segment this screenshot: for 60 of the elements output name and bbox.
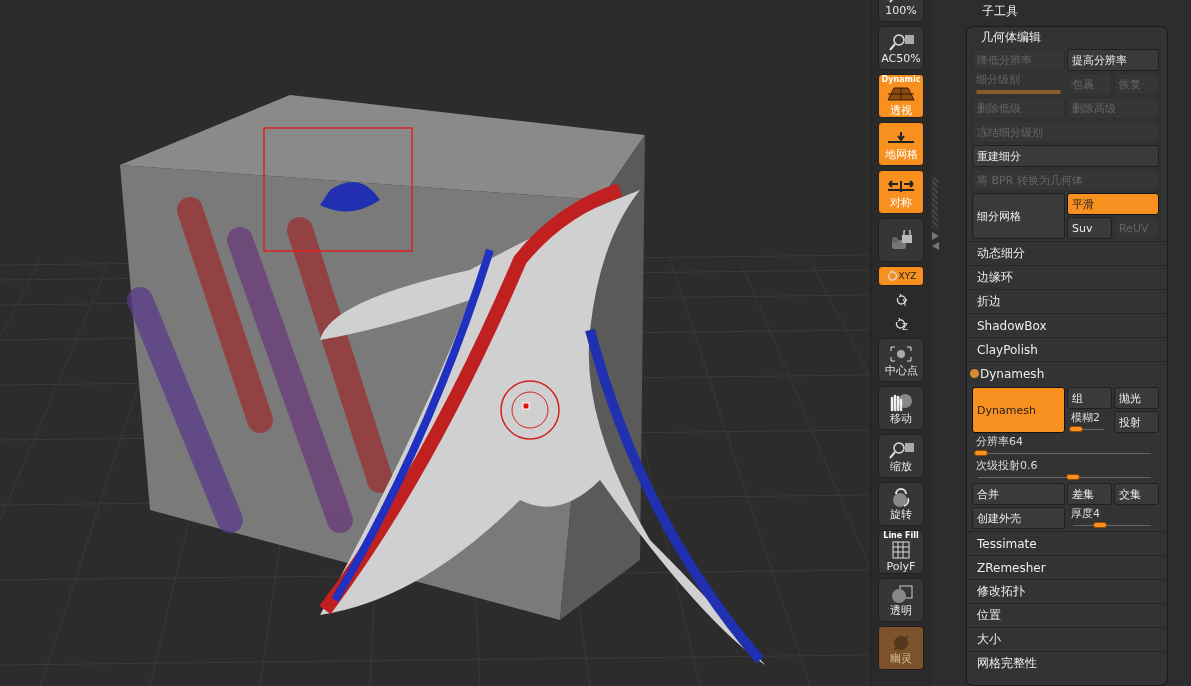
slider-thumb[interactable] (974, 450, 989, 456)
slider-thumb[interactable] (1066, 474, 1081, 480)
scroll-handle[interactable] (932, 178, 938, 228)
panel-button[interactable]: Suv (1067, 217, 1112, 239)
subpalette-header[interactable]: 折边 (967, 289, 1167, 313)
subpalette-header[interactable]: 边缘环 (967, 265, 1167, 289)
subpalette-header[interactable]: 大小 (967, 627, 1167, 651)
toolbar-button[interactable]: XYZ (878, 266, 924, 286)
toolbar-button[interactable]: Line Fill PolyF (878, 530, 924, 574)
panel-button[interactable]: Dynamesh (972, 387, 1065, 433)
toolbar-button[interactable]: Y (878, 290, 924, 310)
toolbar-button[interactable]: Z (878, 314, 924, 334)
rotate-icon (885, 270, 898, 282)
magnifier-icon (886, 439, 916, 460)
panel-title[interactable]: 几何体编辑 (967, 27, 1167, 47)
subpalette-header[interactable]: 网格完整性 (967, 651, 1167, 675)
panel-button[interactable]: 交集 (1114, 483, 1159, 505)
panel-button[interactable]: 抛光 (1114, 387, 1159, 409)
slider-thumb[interactable] (1093, 522, 1108, 528)
panel-button[interactable]: 差集 (1067, 483, 1112, 505)
subpalette-header[interactable]: Dynamesh (967, 361, 1167, 385)
slider[interactable]: 模糊2 (1067, 411, 1112, 433)
subtool-header[interactable]: 子工具 (966, 0, 1191, 23)
toolbar-button[interactable] (878, 218, 924, 262)
subpalette-header[interactable]: ClayPolish (967, 337, 1167, 361)
collapse-arrows-icon[interactable] (932, 232, 940, 250)
slider-thumb[interactable] (1069, 426, 1084, 432)
toolbar-button[interactable]: 缩放 (878, 434, 924, 478)
toolbar-button[interactable]: AC50% (878, 26, 924, 70)
panel-button[interactable]: 投射 (1114, 411, 1159, 433)
toolbar-button[interactable]: 透明 (878, 578, 924, 622)
subpalette-header[interactable]: ZRemesher (967, 555, 1167, 579)
rotate-icon (894, 318, 907, 330)
toolbar-button[interactable]: 旋转 (878, 482, 924, 526)
slider-label: 次级投射0.6 (976, 459, 1039, 473)
slider[interactable]: 次级投射0.6 (972, 459, 1159, 481)
subpalette-header[interactable]: 位置 (967, 603, 1167, 627)
panel-button[interactable]: 重建细分 (972, 145, 1159, 167)
expanded-dot-icon (970, 369, 979, 378)
subpalette-header[interactable]: ShadowBox (967, 313, 1167, 337)
panel-button[interactable]: 细分网格 (972, 193, 1065, 239)
panel-button[interactable]: 平滑 (1067, 193, 1159, 215)
slider-label: 模糊2 (1071, 411, 1101, 425)
panel-button[interactable]: 提高分辨率 (1067, 49, 1159, 71)
panel-button[interactable]: 合并 (972, 483, 1065, 505)
toolbar-button[interactable]: 中心点 (878, 338, 924, 382)
subpalette-header[interactable]: Tessimate (967, 531, 1167, 555)
subpalette-header[interactable]: 动态细分 (967, 241, 1167, 265)
magnifier-icon (886, 31, 916, 52)
slider-label: 分辨率64 (976, 435, 1024, 449)
panel-button[interactable]: 创建外壳 (972, 507, 1065, 529)
slider[interactable]: 分辨率64 (972, 435, 1159, 457)
slider[interactable]: 厚度4 (1067, 507, 1159, 529)
slider-label: 厚度4 (1071, 507, 1101, 521)
toolbar-button[interactable]: 100% (878, 0, 924, 22)
toolbar-button[interactable]: 移动 (878, 386, 924, 430)
rotate-icon (894, 294, 907, 306)
subpalette-header[interactable]: 修改拓扑 (967, 579, 1167, 603)
panel-button[interactable]: 组 (1067, 387, 1112, 409)
floor-perspective-icon (886, 84, 916, 104)
